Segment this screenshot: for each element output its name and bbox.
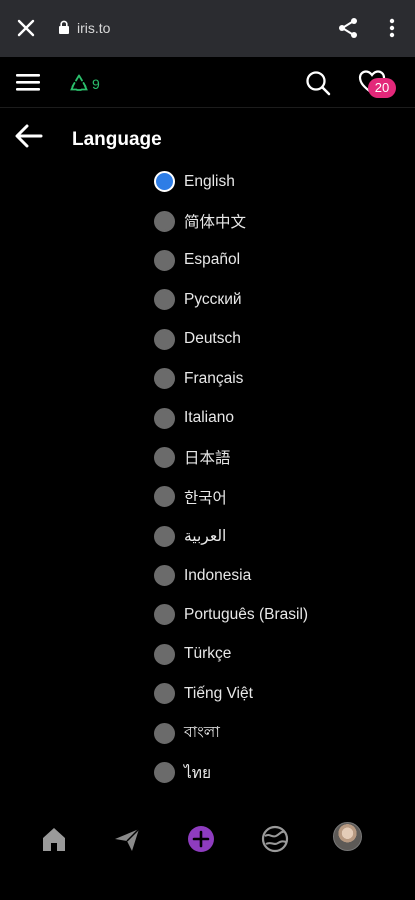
language-option[interactable]: Deutsch bbox=[154, 320, 415, 359]
address-bar-url[interactable]: iris.to bbox=[77, 20, 110, 36]
language-label: Italiano bbox=[184, 409, 234, 427]
radio-unselected[interactable] bbox=[154, 249, 175, 271]
profile-avatar[interactable] bbox=[333, 822, 362, 851]
language-label: Tiếng Việt bbox=[184, 684, 253, 702]
globe-icon bbox=[261, 825, 289, 853]
radio-unselected[interactable] bbox=[154, 368, 175, 390]
radio-unselected[interactable] bbox=[154, 328, 175, 350]
messages-button[interactable] bbox=[112, 824, 142, 854]
language-option[interactable]: Español bbox=[154, 241, 415, 280]
language-option[interactable]: Português (Brasil) bbox=[154, 595, 415, 634]
app-header: 9 20 bbox=[0, 57, 415, 108]
search-icon bbox=[306, 71, 331, 96]
language-label: Deutsch bbox=[184, 330, 241, 348]
share-icon bbox=[339, 18, 357, 38]
radio-unselected[interactable] bbox=[154, 643, 175, 665]
notification-count-badge: 20 bbox=[368, 78, 396, 98]
language-label: Français bbox=[184, 369, 244, 387]
radio-unselected[interactable] bbox=[154, 525, 175, 547]
kebab-icon bbox=[389, 18, 395, 38]
lock-icon bbox=[59, 20, 69, 34]
language-option[interactable]: Italiano bbox=[154, 398, 415, 437]
language-radio-list: English 简体中文 Español Русский Deutsch Français… bbox=[154, 162, 415, 810]
language-label: Português (Brasil) bbox=[184, 605, 309, 623]
paper-plane-icon bbox=[115, 828, 140, 851]
language-option[interactable]: 한국어 bbox=[154, 477, 415, 516]
language-label: العربية bbox=[184, 527, 227, 545]
language-option[interactable]: Français bbox=[154, 359, 415, 398]
language-label: English bbox=[184, 172, 235, 190]
radio-unselected[interactable] bbox=[154, 683, 175, 705]
radio-unselected[interactable] bbox=[154, 762, 175, 784]
menu-button[interactable] bbox=[14, 70, 42, 94]
language-option[interactable]: Türkçe bbox=[154, 635, 415, 674]
radio-unselected[interactable] bbox=[154, 289, 175, 311]
language-label: 한국어 bbox=[184, 489, 227, 507]
share-button[interactable] bbox=[336, 16, 360, 40]
language-option[interactable]: العربية bbox=[154, 517, 415, 556]
language-option[interactable]: 日本語 bbox=[154, 438, 415, 477]
bottom-navigation bbox=[0, 810, 415, 900]
language-label: বাংলা bbox=[184, 724, 220, 742]
radio-unselected[interactable] bbox=[154, 486, 175, 508]
radio-unselected[interactable] bbox=[154, 446, 175, 468]
language-option[interactable]: Русский bbox=[154, 280, 415, 319]
back-button[interactable] bbox=[14, 122, 44, 150]
hamburger-icon bbox=[16, 74, 40, 91]
language-option[interactable]: English bbox=[154, 162, 415, 201]
page-title: Language bbox=[72, 129, 162, 150]
language-option[interactable]: 简体中文 bbox=[154, 201, 415, 240]
radio-unselected[interactable] bbox=[154, 604, 175, 626]
relay-icon[interactable] bbox=[70, 74, 88, 92]
language-option[interactable]: ไทย bbox=[154, 753, 415, 792]
language-label: 日本語 bbox=[184, 450, 231, 468]
language-option[interactable]: বাংলা bbox=[154, 713, 415, 752]
radio-unselected[interactable] bbox=[154, 407, 175, 429]
plus-circle-icon bbox=[188, 826, 214, 852]
more-options-button[interactable] bbox=[380, 16, 404, 40]
language-label: Русский bbox=[184, 290, 242, 308]
language-label: Español bbox=[184, 251, 241, 269]
language-option[interactable]: Indonesia bbox=[154, 556, 415, 595]
radio-unselected[interactable] bbox=[154, 210, 175, 232]
close-icon bbox=[17, 19, 35, 37]
explore-button[interactable] bbox=[260, 824, 290, 854]
search-button[interactable] bbox=[304, 69, 332, 97]
close-tab-button[interactable] bbox=[14, 16, 38, 40]
new-post-button[interactable] bbox=[186, 824, 216, 854]
language-label: 简体中文 bbox=[184, 214, 247, 232]
browser-toolbar: iris.to bbox=[0, 0, 415, 57]
radio-selected[interactable] bbox=[154, 171, 175, 193]
radio-unselected[interactable] bbox=[154, 565, 175, 587]
language-label: Indonesia bbox=[184, 566, 252, 584]
language-label: ไทย bbox=[184, 765, 212, 783]
language-option[interactable]: Tiếng Việt bbox=[154, 674, 415, 713]
back-arrow-icon bbox=[15, 124, 43, 148]
home-icon bbox=[43, 828, 65, 851]
home-button[interactable] bbox=[39, 824, 69, 854]
relay-count: 9 bbox=[92, 76, 100, 92]
radio-unselected[interactable] bbox=[154, 722, 175, 744]
language-label: Türkçe bbox=[184, 645, 232, 663]
